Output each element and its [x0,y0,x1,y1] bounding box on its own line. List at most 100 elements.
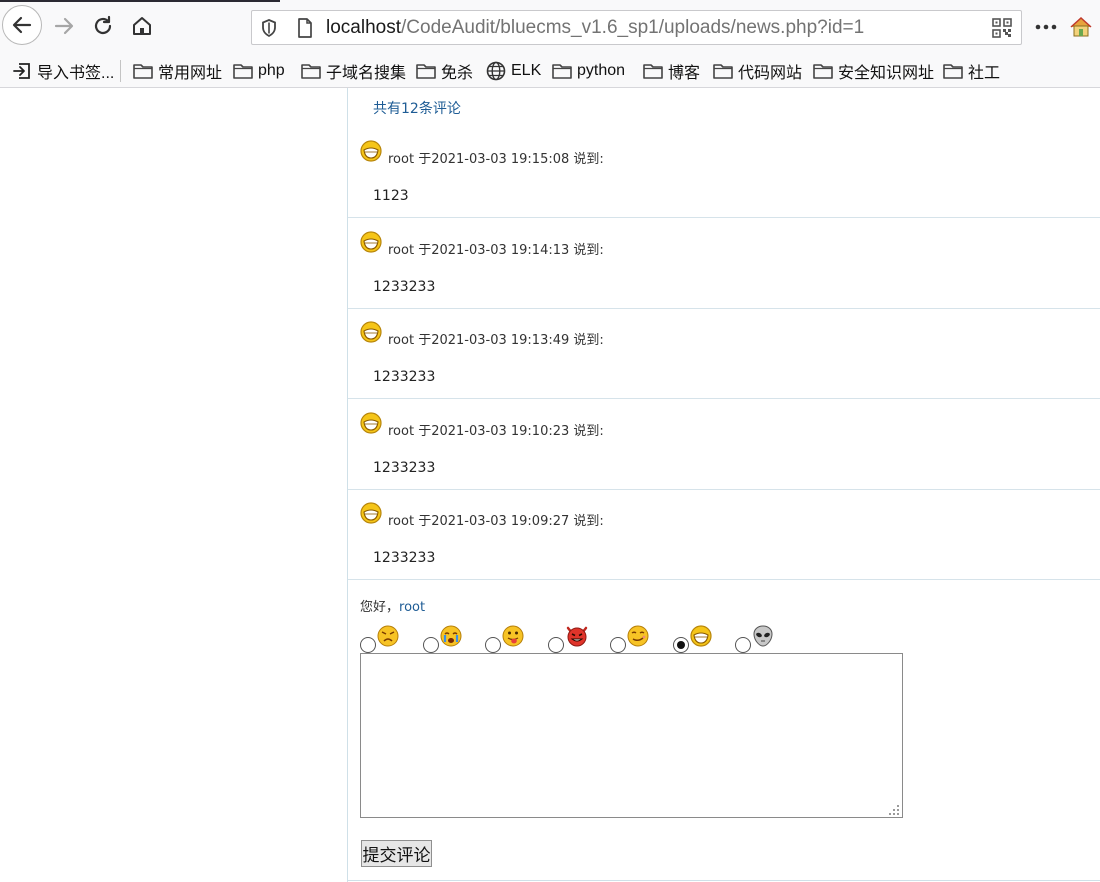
back-button[interactable] [2,5,42,45]
grin-face-icon [360,140,382,162]
greeting-prefix: 您好， [360,600,400,615]
emoticon-radio[interactable] [548,637,564,653]
bookmark-label: 安全知识网址 [838,65,935,82]
bookmark-folder-python[interactable]: python [552,59,625,83]
emoticon-option-angry[interactable] [360,625,399,653]
comment-item: root 于2021-03-03 19:10:23 说到: 1233233 [348,400,1100,490]
home-button[interactable] [127,10,157,42]
qr-code-icon[interactable] [992,18,1012,38]
browser-toolbar: localhost/CodeAudit/bluecms_v1.6_sp1/upl… [0,0,1100,54]
bookmark-import[interactable]: 导入书签... [12,59,114,83]
bookmark-label: python [577,62,626,79]
bookmarks-separator [120,60,121,82]
folder-icon [233,64,253,79]
shield-icon[interactable] [260,18,278,38]
grin-face-icon [360,231,382,253]
more-icon [1035,24,1057,30]
bookmark-label: 代码网站 [738,65,803,82]
bookmark-label: 社工 [968,65,1001,82]
comment-section: 共有12条评论 root 于2021-03-03 19:15:08 说到: 11… [347,88,1100,882]
url-text[interactable]: localhost/CodeAudit/bluecms_v1.6_sp1/upl… [326,17,864,39]
import-icon [13,63,30,79]
url-host: localhost [326,17,401,38]
emoticon-option-smirk[interactable] [610,625,649,653]
emoticon-option-grin[interactable] [673,625,712,653]
emoticon-radio[interactable] [735,637,751,653]
bookmark-folder-social-engineering[interactable]: 社工 [943,59,1000,83]
folder-icon [552,64,572,79]
comment-body: 1233233 [373,279,436,295]
bookmark-label: 免杀 [441,65,474,82]
grin-face-icon [690,625,712,647]
username-link[interactable]: root [399,600,425,615]
reload-button[interactable] [88,10,118,42]
crying-face-icon [440,625,462,647]
folder-icon [713,64,733,79]
alien-face-icon [753,625,773,647]
comment-meta: root 于2021-03-03 19:15:08 说到: [388,152,604,167]
emoticon-radio[interactable] [610,637,626,653]
forward-icon [54,17,74,35]
tab-strip-edge [0,0,280,2]
folder-icon [813,64,833,79]
emoticon-radio-selected[interactable] [673,637,689,653]
page-icon [298,18,312,38]
greeting: 您好，root [360,596,425,615]
emoticon-radio[interactable] [423,637,439,653]
bookmark-label: ELK [511,62,542,79]
reload-icon [94,15,112,35]
url-path: /CodeAudit/bluecms_v1.6_sp1/uploads/news… [401,17,865,38]
emoticon-radio[interactable] [485,637,501,653]
folder-icon [301,64,321,79]
folder-icon [416,64,436,79]
address-bar[interactable]: localhost/CodeAudit/bluecms_v1.6_sp1/upl… [251,10,1022,45]
folder-icon [643,64,663,79]
grin-face-icon [360,412,382,434]
comment-item: root 于2021-03-03 19:09:27 说到: 1233233 [348,490,1100,580]
comment-meta: root 于2021-03-03 19:09:27 说到: [388,514,604,529]
bookmark-folder-av-evasion[interactable]: 免杀 [416,59,473,83]
forward-button[interactable] [50,10,78,42]
angry-face-icon [377,625,399,647]
bookmark-folder-common-sites[interactable]: 常用网址 [133,59,222,83]
resize-grip-icon[interactable] [888,804,900,816]
bookmark-label: 常用网址 [158,65,223,82]
emoticon-option-tongue[interactable] [485,625,524,653]
bookmark-folder-security-knowledge[interactable]: 安全知识网址 [813,59,934,83]
bookmark-folder-php[interactable]: php [233,59,285,83]
grin-face-icon [360,502,382,524]
content-bottom-border [348,880,1100,881]
emoticon-radio[interactable] [360,637,376,653]
bookmark-label: 子域名搜集 [326,65,407,82]
comment-item: root 于2021-03-03 19:13:49 说到: 1233233 [348,309,1100,399]
comment-meta: root 于2021-03-03 19:10:23 说到: [388,424,604,439]
comment-count-link[interactable]: 共有12条评论 [373,98,461,118]
bookmark-label: php [258,62,285,79]
emoticon-option-alien[interactable] [735,625,774,653]
bookmark-folder-subdomain[interactable]: 子域名搜集 [301,59,406,83]
bookmark-label: 博客 [668,65,701,82]
comment-meta: root 于2021-03-03 19:13:49 说到: [388,333,604,348]
home-icon [133,17,151,35]
back-icon [12,16,32,34]
smirk-face-icon [627,625,649,647]
grin-face-icon [360,321,382,343]
comment-item: root 于2021-03-03 19:15:08 说到: 1123 [348,128,1100,218]
home-addon-button[interactable] [1066,12,1096,42]
globe-icon [486,61,506,81]
comment-meta: root 于2021-03-03 19:14:13 说到: [388,243,604,258]
bookmark-elk[interactable]: ELK [486,59,541,83]
emoticon-option-devil[interactable] [548,625,589,653]
comment-body: 1233233 [373,369,436,385]
folder-icon [943,64,963,79]
bookmark-folder-code-sites[interactable]: 代码网站 [713,59,802,83]
bookmark-folder-blog[interactable]: 博客 [643,59,700,83]
page-actions-menu-button[interactable] [1030,12,1062,42]
folder-icon [133,64,153,79]
comment-body: 1123 [373,188,409,204]
submit-comment-button[interactable]: 提交评论 [361,840,432,867]
emoticon-option-crying[interactable] [423,625,462,653]
comment-textarea[interactable] [360,653,903,818]
comment-body: 1233233 [373,550,436,566]
devil-face-icon [566,626,588,647]
